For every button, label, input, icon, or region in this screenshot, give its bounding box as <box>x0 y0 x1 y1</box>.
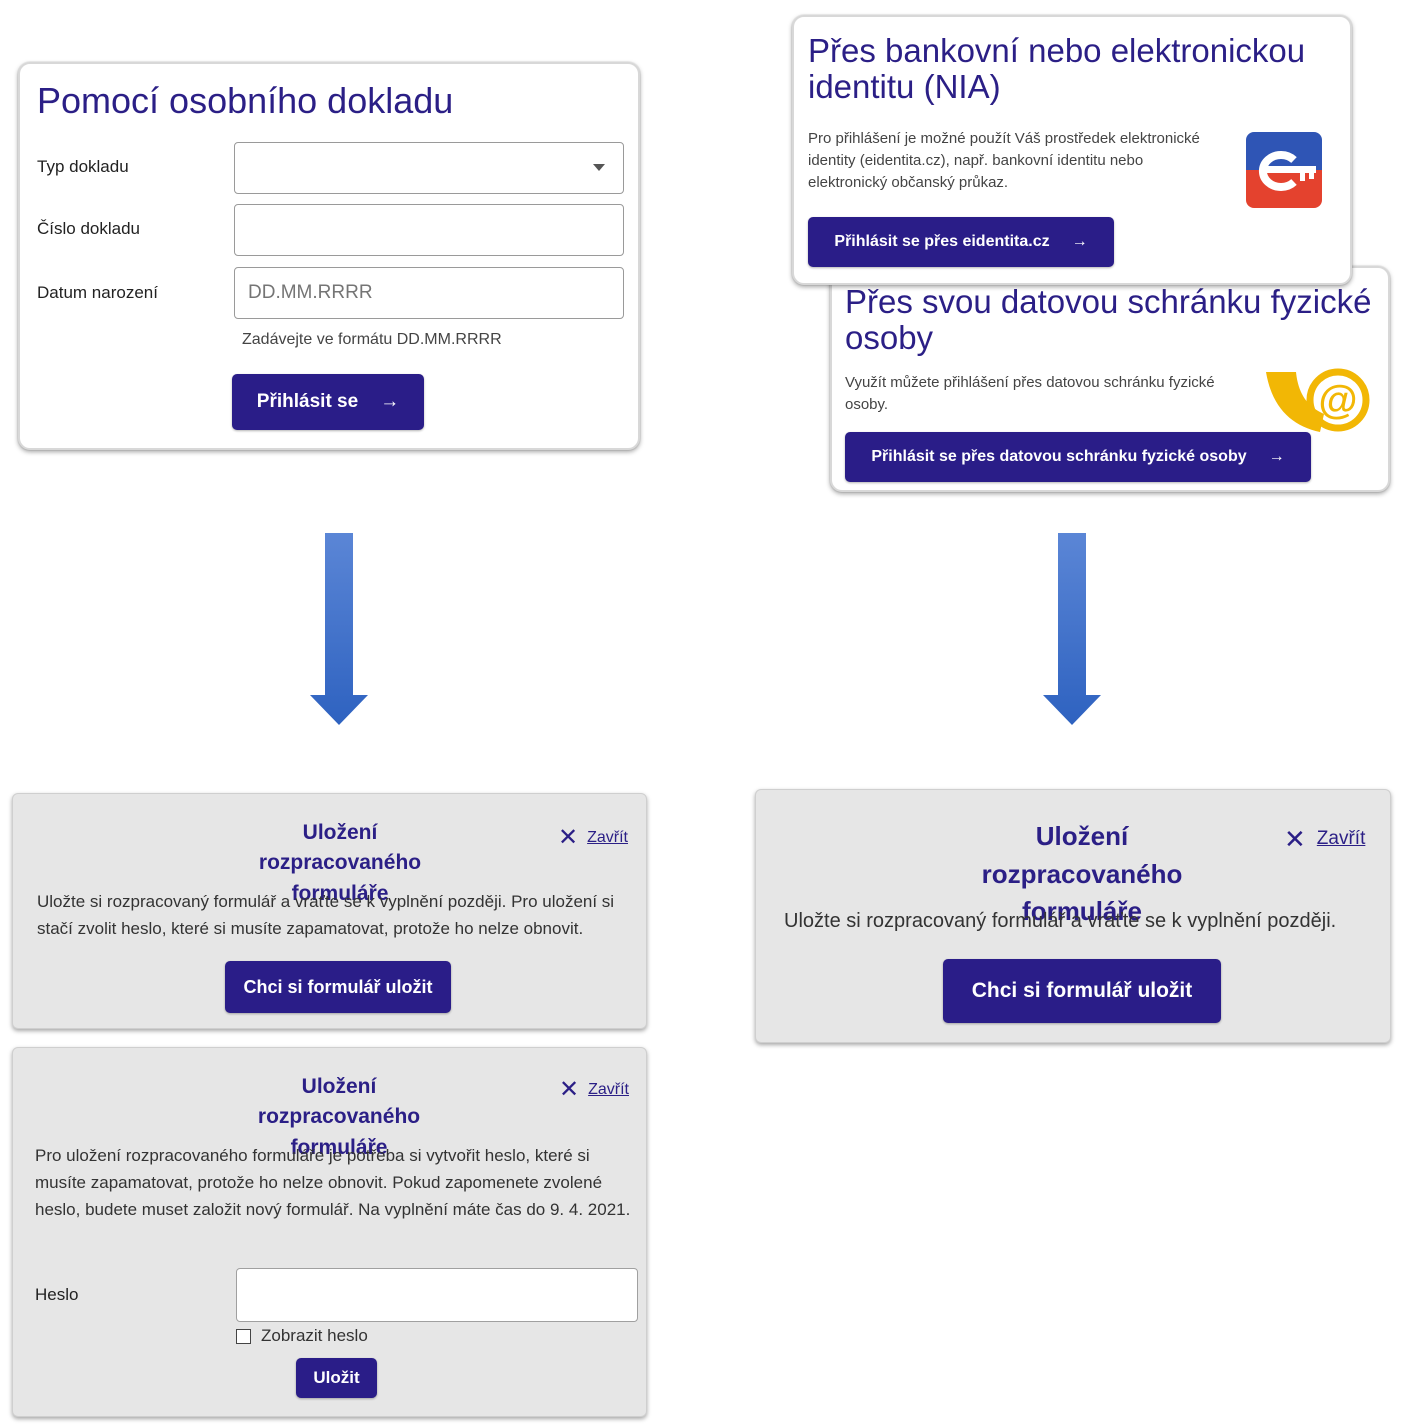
save-form-button[interactable]: Chci si formulář uložit <box>943 959 1221 1023</box>
login-button[interactable]: Přihlásit se → <box>232 374 424 430</box>
close-link-label: Zavřít <box>587 829 628 846</box>
close-icon: ✕ <box>559 1076 580 1103</box>
save-button[interactable]: Uložit <box>296 1358 377 1398</box>
close-button[interactable]: ✕ Zavřít <box>558 826 628 850</box>
save-form-dialog-password: Uložení rozpracovaného formuláře ✕ Zavří… <box>12 1047 647 1417</box>
birth-date-label: Datum narození <box>37 283 158 302</box>
show-password-label: Zobrazit heslo <box>261 1326 368 1345</box>
document-login-card: Pomocí osobního dokladu Typ dokladu Čísl… <box>18 62 640 450</box>
close-button[interactable]: ✕ Zavřít <box>559 1078 629 1102</box>
databox-login-button[interactable]: Přihlásit se přes datovou schránku fyzic… <box>845 432 1311 482</box>
nia-description: Pro přihlášení je možné použít Váš prost… <box>808 130 1200 191</box>
arrow-right-icon: → <box>1071 233 1088 250</box>
close-button[interactable]: ✕ Zavřít <box>1284 826 1365 852</box>
birth-date-input[interactable] <box>234 267 624 319</box>
document-number-input[interactable] <box>234 204 624 256</box>
dialog-text: Pro uložení rozpracovaného formuláře je … <box>35 1146 631 1220</box>
eidentita-login-button-label: Přihlásit se přes eidentita.cz <box>834 233 1050 250</box>
databox-login-card: Přes svou datovou schránku fyzické osoby… <box>830 266 1390 492</box>
flow-arrow-down-left <box>310 533 368 725</box>
nia-login-title: Přes bankovní nebo elektronickou identit… <box>808 32 1306 105</box>
chevron-down-icon <box>593 164 605 171</box>
birth-date-hint: Zadávejte ve formátu DD.MM.RRRR <box>242 331 502 348</box>
checkbox-icon <box>236 1328 251 1344</box>
password-label: Heslo <box>35 1285 79 1304</box>
dialog-text: Uložte si rozpracovaný formulář a vraťte… <box>784 910 1337 932</box>
databox-description: Využít můžete přihlášení přes datovou sc… <box>845 374 1215 413</box>
document-type-label: Typ dokladu <box>37 157 129 176</box>
flow-arrow-down-right <box>1043 533 1101 725</box>
save-form-button[interactable]: Chci si formulář uložit <box>225 961 451 1013</box>
save-form-button-label: Chci si formulář uložit <box>243 976 433 997</box>
arrow-right-icon: → <box>380 391 400 412</box>
datova-schranka-logo-icon: @ <box>1266 368 1370 432</box>
document-login-title: Pomocí osobního dokladu <box>37 80 454 121</box>
document-number-label: Číslo dokladu <box>37 219 141 238</box>
svg-text:@: @ <box>1318 378 1357 422</box>
save-form-dialog-right: Uložení rozpracovaného formuláře ✕ Zavří… <box>755 789 1391 1043</box>
eidentita-login-button[interactable]: Přihlásit se přes eidentita.cz → <box>808 217 1114 267</box>
close-link-label: Zavřít <box>1316 828 1366 849</box>
eidentita-logo-icon <box>1246 132 1322 208</box>
databox-login-title: Přes svou datovou schránku fyzické osoby <box>845 283 1372 356</box>
password-input[interactable] <box>236 1268 638 1322</box>
databox-login-button-label: Přihlásit se přes datovou schránku fyzic… <box>871 448 1247 465</box>
dialog-text: Uložte si rozpracovaný formulář a vraťte… <box>37 892 615 939</box>
close-link-label: Zavřít <box>588 1081 629 1098</box>
save-form-dialog-intro: Uložení rozpracovaného formuláře ✕ Zavří… <box>12 793 647 1029</box>
close-icon: ✕ <box>1284 824 1306 854</box>
close-icon: ✕ <box>558 824 579 851</box>
document-type-select[interactable] <box>234 142 624 194</box>
arrow-right-icon: → <box>1268 448 1285 465</box>
save-button-label: Uložit <box>313 1368 360 1387</box>
login-button-label: Přihlásit se <box>256 391 359 412</box>
nia-login-card: Přes bankovní nebo elektronickou identit… <box>792 15 1352 285</box>
show-password-checkbox[interactable]: Zobrazit heslo <box>236 1326 368 1346</box>
save-form-button-label: Chci si formulář uložit <box>971 979 1193 1002</box>
